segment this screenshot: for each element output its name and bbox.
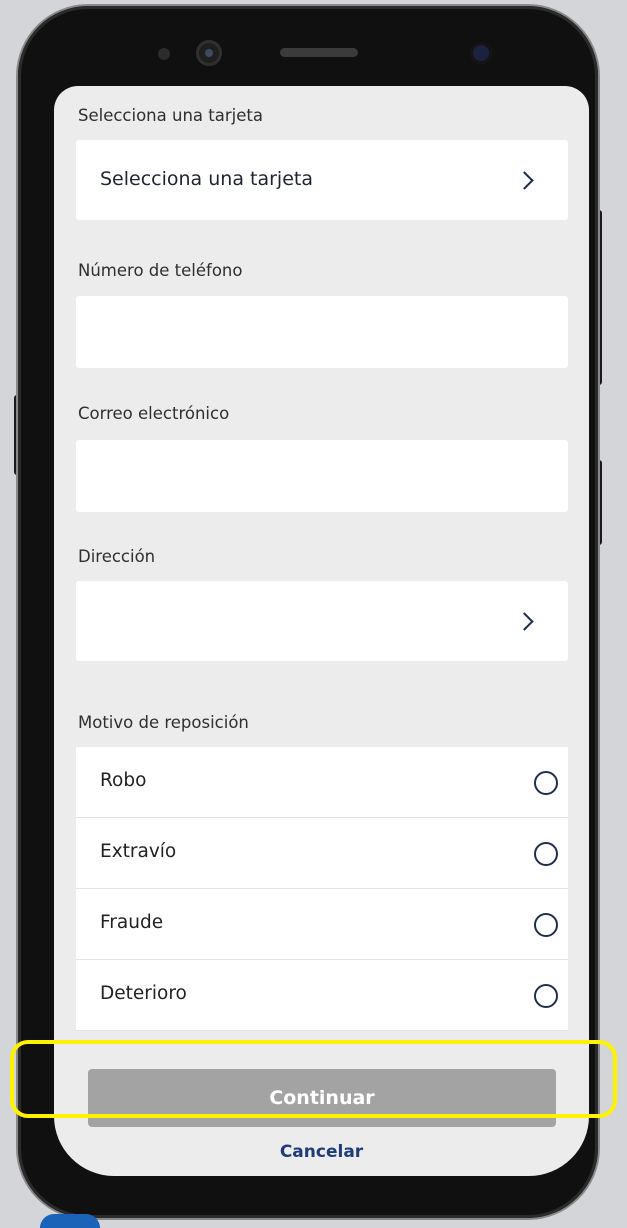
email-label: Correo electrónico	[78, 404, 230, 423]
card-selector-value: Selecciona una tarjeta	[100, 168, 313, 190]
reason-option-label: Fraude	[100, 912, 164, 933]
reason-option-deterioro[interactable]: Deterioro	[76, 960, 568, 1031]
reason-option-label: Robo	[100, 770, 147, 791]
iris-camera-icon	[196, 40, 222, 66]
phone-input[interactable]	[76, 296, 568, 368]
address-label: Dirección	[78, 547, 156, 566]
card-selector[interactable]: Selecciona una tarjeta	[76, 140, 568, 220]
reason-option-robo[interactable]: Robo	[76, 747, 568, 818]
phone-frame: Selecciona una tarjeta Selecciona una ta…	[18, 6, 598, 1218]
radio-icon[interactable]	[534, 771, 558, 795]
cancel-link[interactable]: Cancelar	[54, 1142, 589, 1162]
proximity-sensor	[158, 48, 170, 60]
radio-icon[interactable]	[534, 913, 558, 937]
reason-option-fraude[interactable]: Fraude	[76, 889, 568, 960]
radio-icon[interactable]	[534, 842, 558, 866]
address-selector[interactable]	[76, 581, 568, 661]
reason-label: Motivo de reposición	[78, 713, 249, 732]
radio-icon[interactable]	[534, 984, 558, 1008]
chevron-right-icon	[515, 171, 534, 190]
chevron-right-icon	[515, 612, 534, 631]
earpiece-speaker	[280, 48, 358, 57]
reason-option-label: Deterioro	[100, 983, 187, 1004]
reason-option-extravio[interactable]: Extravío	[76, 818, 568, 889]
highlight-frame	[10, 1040, 617, 1118]
card-label: Selecciona una tarjeta	[78, 106, 263, 125]
phone-label: Número de teléfono	[78, 261, 243, 280]
front-camera-icon	[470, 42, 492, 64]
email-input[interactable]	[76, 440, 568, 512]
reason-option-label: Extravío	[100, 841, 177, 862]
app-screen: Selecciona una tarjeta Selecciona una ta…	[54, 86, 589, 1176]
